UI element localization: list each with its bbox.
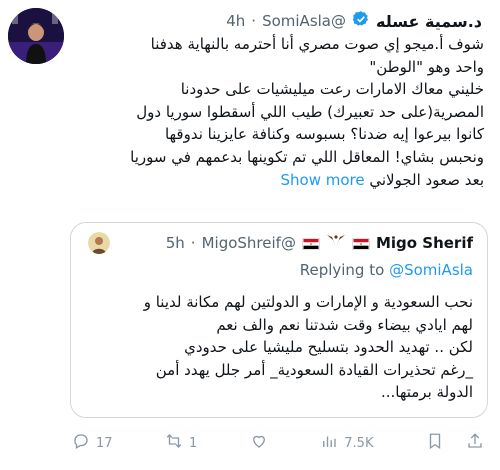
tweet-line-last: بعد صعود الجولاني Show more xyxy=(72,169,484,192)
tweet-line: خليني معاك الامارات رعت ميليشيات على حدو… xyxy=(180,80,484,99)
flag-egypt-icon xyxy=(351,234,370,253)
handle[interactable]: @SomiAsla xyxy=(262,12,346,30)
tweet-line: شوف أ.ميجو إي صوت مصري أنا أحترمه بالنها… xyxy=(150,35,484,53)
reply-icon xyxy=(72,432,90,454)
separator-dot: · xyxy=(251,12,257,30)
flag-egypt-icon xyxy=(301,234,320,253)
timestamp[interactable]: 4h xyxy=(226,12,245,30)
like-icon xyxy=(250,432,268,454)
quote-line: _رغم تحذيرات القيادة السعودية_ أمر جلل ي… xyxy=(155,360,473,379)
tweet[interactable]: د.سمية عسله @SomiAsla · 4h شوف أ.ميجو إي… xyxy=(0,0,500,470)
tweet-line: المصرية(على حد تعبيرك) طيب اللي أسقطوا س… xyxy=(136,102,484,121)
views-count: 7.5K xyxy=(344,435,374,451)
reply-button[interactable]: 17 xyxy=(72,432,113,454)
views-icon xyxy=(320,432,338,454)
quote-text: نحب السعودية و الإمارات و الدولتين لهم م… xyxy=(83,291,473,404)
quote-avatar-photo-icon xyxy=(88,232,110,254)
author-avatar[interactable] xyxy=(8,8,64,64)
tweet-text: شوف أ.ميجو إي صوت مصري أنا أحترمه بالنها… xyxy=(72,33,484,191)
quote-line: الدولة برمتها... xyxy=(380,383,473,402)
tweet-line: واحد وهو "الوطن" xyxy=(369,57,484,76)
quote-timestamp[interactable]: 5h xyxy=(166,234,185,252)
show-more-link[interactable]: Show more xyxy=(280,171,364,189)
repost-icon xyxy=(165,432,183,454)
quote-header: Migo Sherif @MigoShreif · 5h xyxy=(83,231,473,255)
views-button[interactable]: 7.5K xyxy=(320,432,373,454)
display-name[interactable]: د.سمية عسله xyxy=(376,12,482,31)
repost-button[interactable]: 1 xyxy=(165,432,197,454)
verified-badge-icon xyxy=(352,10,370,32)
quote-line: لكن .. تهديد الحدود بتسليح مليشيا على حد… xyxy=(184,338,473,357)
right-actions xyxy=(426,432,484,454)
tweet-line: كانوا بيرعوا إيه ضدنا؟ بسبوسه وكنافة عاي… xyxy=(164,125,484,144)
quoted-tweet[interactable]: Migo Sherif @MigoShreif · 5h Replying to… xyxy=(70,222,488,418)
tweet-line: بعد صعود الجولاني xyxy=(369,170,484,189)
eagle-icon xyxy=(326,233,346,253)
tweet-header: د.سمية عسله @SomiAsla · 4h xyxy=(70,8,482,34)
replying-to: Replying to @SomiAsla xyxy=(300,261,473,279)
avatar-photo-icon xyxy=(8,8,64,64)
reply-count: 17 xyxy=(96,435,113,451)
replying-prefix: Replying to xyxy=(299,261,385,279)
quote-handle[interactable]: @MigoShreif xyxy=(202,234,296,252)
bookmark-icon[interactable] xyxy=(426,432,444,454)
like-button[interactable] xyxy=(250,432,268,454)
repost-count: 1 xyxy=(189,435,198,451)
share-icon[interactable] xyxy=(466,432,484,454)
action-bar: 17 1 7.5K xyxy=(72,430,484,456)
quote-display-name[interactable]: Migo Sherif xyxy=(376,234,473,252)
tweet-line: ونحبس بشاي! المعاقل اللي تم تكوينها بدعم… xyxy=(130,147,484,166)
replying-mention[interactable]: @SomiAsla xyxy=(389,261,473,279)
quote-line: لهم ايادي بيضاء وقت شدتنا نعم والف نعم xyxy=(216,315,473,334)
separator-dot: · xyxy=(190,234,196,252)
quote-line: نحب السعودية و الإمارات و الدولتين لهم م… xyxy=(143,293,473,311)
quote-avatar[interactable] xyxy=(88,232,110,254)
